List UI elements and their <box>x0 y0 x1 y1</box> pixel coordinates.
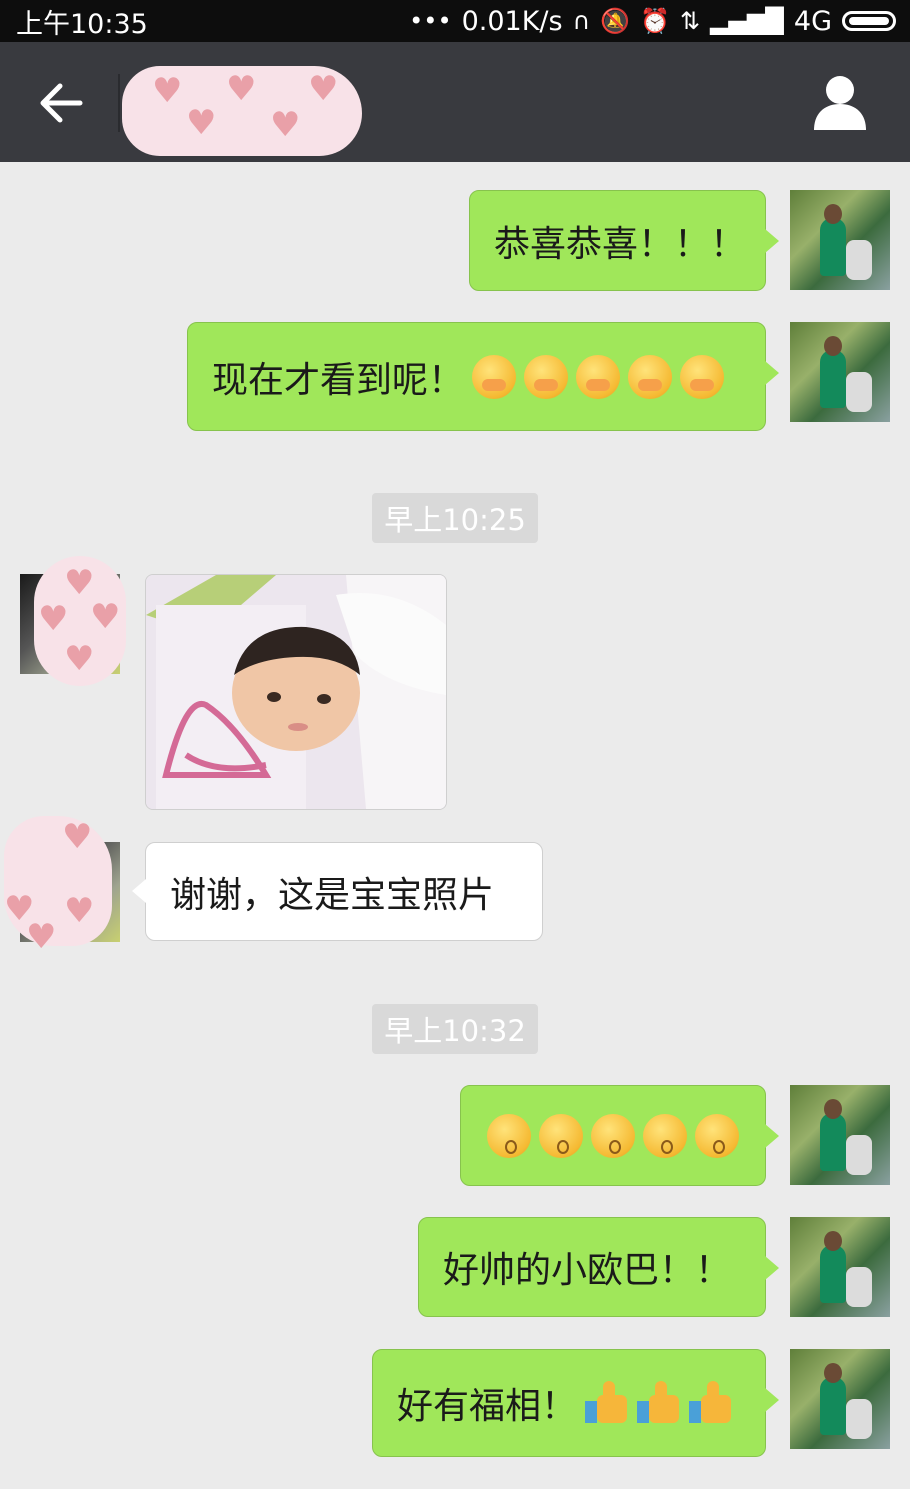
message-text: 恭喜恭喜！！！ <box>494 223 747 265</box>
alarm-icon: ⏰ <box>640 7 670 35</box>
redacted-avatar: ♥ ♥ ♥ ♥ <box>4 816 112 954</box>
chat-timestamp: 早上10:32 <box>372 1004 538 1054</box>
thumbs-up-icon <box>585 1381 629 1425</box>
chat-title-bar: ♥ ♥ ♥ ♥ ♥ <box>0 42 910 162</box>
my-message-bubble[interactable]: 好帅的小欧巴！！ <box>418 1217 779 1317</box>
hugging-face-icon <box>524 354 569 399</box>
person-icon[interactable] <box>812 74 868 130</box>
battery-icon <box>842 11 896 31</box>
heart-icon: ♥ <box>64 563 95 603</box>
redacted-avatar: ♥ ♥ ♥ ♥ <box>34 556 126 686</box>
kissing-face-icon <box>591 1113 635 1158</box>
network-speed: 0.01K/s <box>461 5 563 37</box>
more-dots-icon: ••• <box>409 7 452 35</box>
baby-photo-image <box>146 575 446 809</box>
my-avatar[interactable] <box>790 1217 890 1317</box>
heart-icon: ♥ <box>38 599 69 639</box>
my-message-bubble[interactable] <box>460 1085 779 1186</box>
heart-icon: ♥ <box>152 71 183 111</box>
message-text: 好有福相！ <box>397 1386 578 1427</box>
data-transfer-icon: ⇅ <box>679 7 701 35</box>
arrow-left-icon[interactable] <box>36 78 86 128</box>
heart-icon: ♥ <box>226 69 257 109</box>
my-avatar[interactable] <box>790 190 890 290</box>
message-text: 谢谢，这是宝宝照片 <box>170 874 495 916</box>
redacted-contact-name: ♥ ♥ ♥ ♥ ♥ <box>122 66 362 156</box>
heart-icon: ♥ <box>62 817 93 857</box>
hugging-face-icon <box>680 354 725 399</box>
message-text: 好帅的小欧巴！！ <box>443 1250 732 1291</box>
heart-icon: ♥ <box>186 103 217 143</box>
hugging-face-icon <box>576 354 621 399</box>
heart-icon: ♥ <box>64 891 95 931</box>
thumbs-up-icon <box>689 1381 733 1425</box>
network-type: 4G <box>793 5 832 37</box>
contact-message-bubble[interactable]: 谢谢，这是宝宝照片 <box>132 842 543 941</box>
kissing-face-icon <box>487 1113 531 1158</box>
hugging-face-icon <box>472 354 517 399</box>
my-avatar[interactable] <box>790 1085 890 1185</box>
heart-icon: ♥ <box>90 597 121 637</box>
signal-icon: ▂▄▆█ <box>710 7 784 35</box>
my-avatar[interactable] <box>790 322 890 422</box>
mute-bell-icon: 🔕 <box>600 7 631 35</box>
headset-icon: ∩ <box>572 7 591 35</box>
heart-icon: ♥ <box>64 639 95 679</box>
my-message-bubble[interactable]: 现在才看到呢！ <box>187 322 779 431</box>
my-message-bubble[interactable]: 好有福相！ <box>372 1349 779 1457</box>
hugging-face-icon <box>628 354 673 399</box>
status-time: 上午10:35 <box>16 9 148 40</box>
message-text: 现在才看到呢！ <box>212 359 465 401</box>
status-bar: 上午10:35 ••• 0.01K/s ∩ 🔕 ⏰ ⇅ ▂▄▆█ 4G <box>0 0 910 42</box>
my-message-bubble[interactable]: 恭喜恭喜！！！ <box>469 190 779 291</box>
title-divider <box>118 74 120 132</box>
chat-timestamp: 早上10:25 <box>372 493 538 543</box>
heart-icon: ♥ <box>26 917 57 957</box>
kissing-face-icon <box>539 1113 583 1158</box>
kissing-face-icon <box>643 1113 687 1158</box>
heart-icon: ♥ <box>308 69 339 109</box>
my-avatar[interactable] <box>790 1349 890 1449</box>
thumbs-up-icon <box>637 1381 681 1425</box>
baby-photo[interactable] <box>145 574 447 810</box>
kissing-face-icon <box>695 1113 739 1158</box>
heart-icon: ♥ <box>270 105 301 145</box>
status-icons: ••• 0.01K/s ∩ 🔕 ⏰ ⇅ ▂▄▆█ 4G <box>409 2 896 40</box>
